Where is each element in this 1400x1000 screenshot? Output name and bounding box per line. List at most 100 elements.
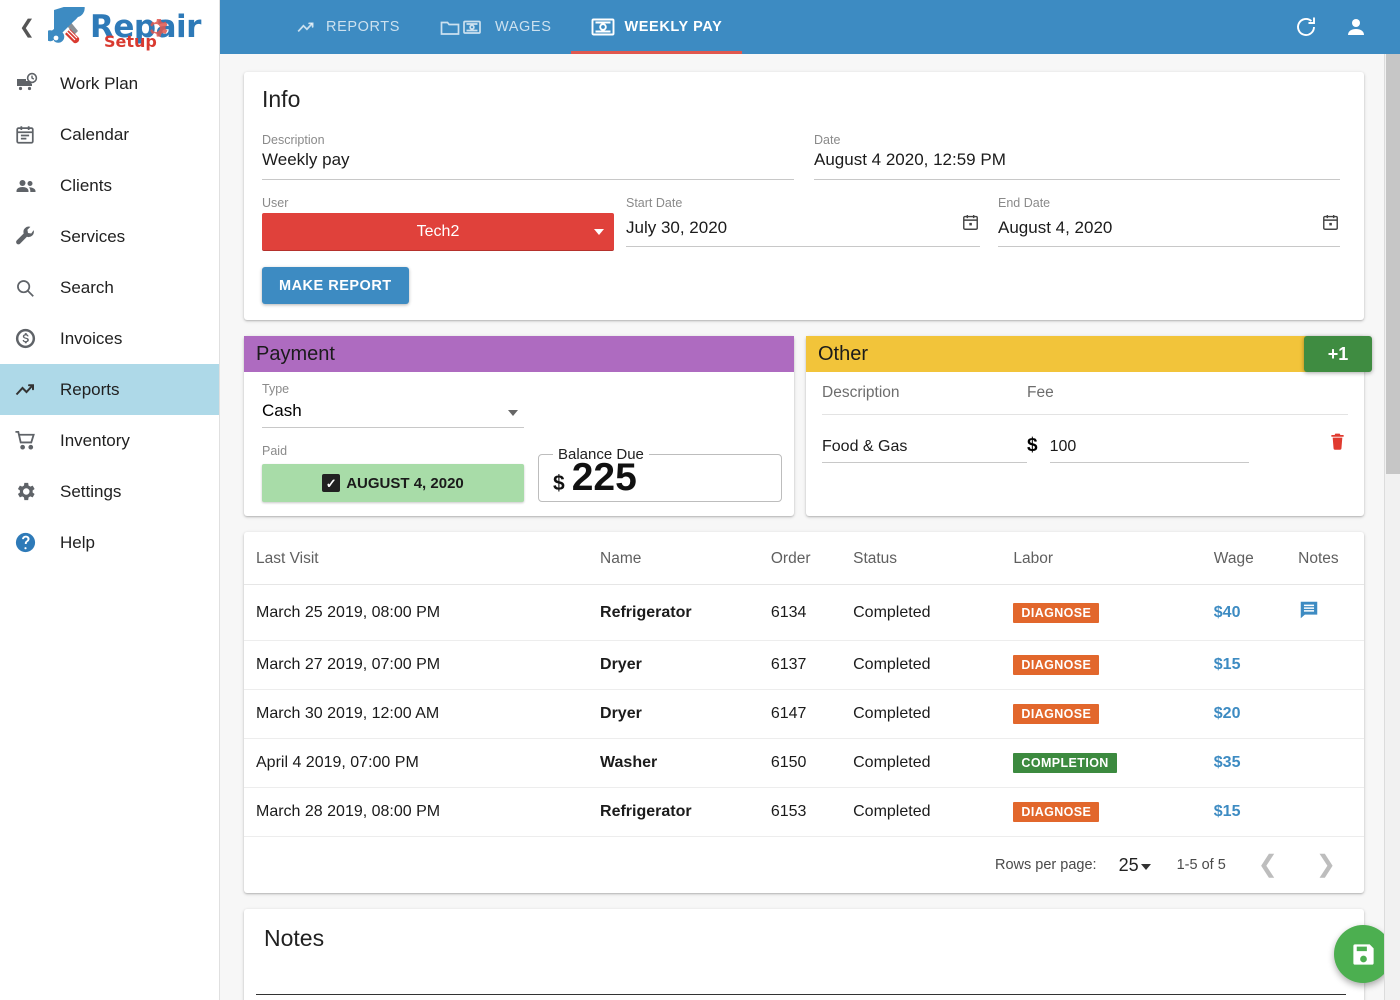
scrollbar-thumb[interactable] bbox=[1386, 54, 1400, 474]
sidebar-item-invoices[interactable]: Invoices bbox=[0, 313, 219, 364]
tab-wages[interactable]: WAGES bbox=[420, 0, 571, 54]
date-field[interactable]: Date August 4 2020, 12:59 PM bbox=[806, 119, 1348, 182]
sidebar-item-clients[interactable]: Clients bbox=[0, 160, 219, 211]
cell-last-visit: March 27 2019, 07:00 PM bbox=[244, 640, 593, 690]
sidebar-item-help[interactable]: Help bbox=[0, 517, 219, 568]
content-scroll-area: Info Description Weekly pay Date August … bbox=[220, 54, 1400, 1000]
app-logo[interactable]: Repair Setup bbox=[44, 0, 201, 51]
chevron-right-icon[interactable]: ❯ bbox=[1310, 853, 1342, 877]
user-select[interactable]: Tech2 bbox=[262, 213, 614, 251]
tab-bar: REPORTS WAGES WEEKLY PAY bbox=[276, 0, 743, 54]
start-date-value-wrap[interactable]: July 30, 2020 bbox=[626, 213, 980, 247]
main-area: REPORTS WAGES WEEKLY PAY Info Descriptio… bbox=[220, 0, 1400, 1000]
collapse-sidebar-icon[interactable]: ❮ bbox=[14, 14, 40, 40]
date-value[interactable]: August 4 2020, 12:59 PM bbox=[814, 150, 1340, 180]
cart-icon bbox=[14, 429, 48, 452]
labor-chip: DIAGNOSE bbox=[1013, 655, 1100, 675]
calendar-icon[interactable] bbox=[1321, 213, 1340, 237]
table-header: Last Visit Name Order Status Labor Wage … bbox=[244, 532, 1364, 585]
gear-icon bbox=[14, 480, 48, 503]
rows-per-page-group: Rows per page: 25 bbox=[995, 855, 1151, 876]
trash-icon[interactable] bbox=[1327, 431, 1348, 457]
cell-last-visit: April 4 2019, 07:00 PM bbox=[244, 738, 593, 788]
notes-card: Notes bbox=[244, 909, 1392, 1000]
sidebar-item-label: Inventory bbox=[60, 430, 130, 450]
make-report-button[interactable]: MAKE REPORT bbox=[262, 267, 409, 304]
sidebar-item-services[interactable]: Services bbox=[0, 211, 219, 262]
other-item-description[interactable]: Food & Gas bbox=[822, 438, 1027, 463]
table-row[interactable]: March 28 2019, 08:00 PM Refrigerator 615… bbox=[244, 787, 1364, 837]
other-body: Description Fee Food & Gas $ 100 bbox=[806, 372, 1364, 477]
cell-wage[interactable]: $20 bbox=[1205, 689, 1291, 739]
info-card: Info Description Weekly pay Date August … bbox=[244, 72, 1364, 320]
cell-wage[interactable]: $15 bbox=[1205, 640, 1291, 690]
end-date-value: August 4, 2020 bbox=[998, 218, 1113, 237]
chevron-left-icon[interactable]: ❮ bbox=[1252, 853, 1284, 877]
balance-due-amount: 225 bbox=[571, 456, 637, 499]
vertical-scrollbar[interactable] bbox=[1384, 54, 1400, 1000]
notes-input[interactable] bbox=[256, 994, 1346, 995]
people-icon bbox=[14, 174, 48, 198]
description-value[interactable]: Weekly pay bbox=[262, 150, 794, 180]
other-column-headers: Description Fee bbox=[822, 384, 1348, 415]
sidebar-item-work-plan[interactable]: Work Plan bbox=[0, 58, 219, 109]
tab-reports[interactable]: REPORTS bbox=[276, 0, 420, 54]
cell-order: 6134 bbox=[762, 584, 846, 641]
cell-order: 6137 bbox=[762, 640, 846, 690]
payment-card: Payment Type Cash Paid ✓ AUGUST 4, 2020 … bbox=[244, 336, 794, 516]
col-status: Status bbox=[845, 532, 1006, 585]
folder-money-icon bbox=[440, 17, 486, 37]
col-notes: Notes bbox=[1290, 532, 1364, 585]
other-card: Other +1 Description Fee Food & Gas $ 10… bbox=[806, 336, 1372, 516]
end-date-label: End Date bbox=[998, 196, 1051, 210]
end-date-field[interactable]: End Date August 4, 2020 bbox=[998, 182, 1348, 253]
wrench-icon bbox=[14, 225, 48, 248]
cell-last-visit: March 30 2019, 12:00 AM bbox=[244, 689, 593, 739]
rows-per-page-select[interactable]: 25 bbox=[1119, 855, 1151, 876]
table-row[interactable]: April 4 2019, 07:00 PM Washer 6150 Compl… bbox=[244, 738, 1364, 788]
end-date-value-wrap[interactable]: August 4, 2020 bbox=[998, 213, 1340, 247]
balance-due-value-wrap: $ 225 bbox=[553, 456, 637, 499]
sidebar-item-calendar[interactable]: Calendar bbox=[0, 109, 219, 160]
money-icon bbox=[591, 17, 615, 37]
table-row[interactable]: March 27 2019, 07:00 PM Dryer 6137 Compl… bbox=[244, 640, 1364, 690]
cell-wage[interactable]: $15 bbox=[1205, 787, 1291, 837]
cell-status: Completed bbox=[845, 738, 1006, 788]
cell-wage[interactable]: $35 bbox=[1205, 738, 1291, 788]
sidebar-item-inventory[interactable]: Inventory bbox=[0, 415, 219, 466]
other-item-fee[interactable]: 100 bbox=[1049, 438, 1249, 463]
description-field[interactable]: Description Weekly pay bbox=[254, 119, 806, 182]
payment-type-field[interactable]: Type Cash bbox=[254, 382, 782, 428]
trending-up-icon bbox=[14, 378, 48, 402]
cell-wage[interactable]: $40 bbox=[1205, 584, 1291, 641]
paid-date-value: AUGUST 4, 2020 bbox=[346, 474, 464, 492]
tab-weekly-pay[interactable]: WEEKLY PAY bbox=[571, 0, 743, 54]
sidebar-item-label: Calendar bbox=[60, 124, 129, 144]
add-other-item-button[interactable]: +1 bbox=[1304, 336, 1372, 372]
person-icon[interactable] bbox=[1344, 15, 1368, 39]
labor-chip: DIAGNOSE bbox=[1013, 704, 1100, 724]
cell-name: Refrigerator bbox=[592, 584, 763, 641]
refresh-icon[interactable] bbox=[1294, 15, 1318, 39]
comment-icon[interactable] bbox=[1298, 601, 1320, 625]
payment-type-select[interactable]: Cash bbox=[262, 401, 524, 428]
brand-header: ❮ Repair Setup bbox=[0, 0, 219, 54]
table-row[interactable]: March 25 2019, 08:00 PM Refrigerator 613… bbox=[244, 584, 1364, 641]
paid-date-button[interactable]: ✓ AUGUST 4, 2020 bbox=[262, 464, 524, 502]
start-date-field[interactable]: Start Date July 30, 2020 bbox=[626, 182, 998, 253]
payment-type-label: Type bbox=[262, 382, 290, 396]
checkbox-checked-icon[interactable]: ✓ bbox=[322, 474, 341, 492]
table-row[interactable]: March 30 2019, 12:00 AM Dryer 6147 Compl… bbox=[244, 689, 1364, 739]
sidebar-item-settings[interactable]: Settings bbox=[0, 466, 219, 517]
sidebar-item-search[interactable]: Search bbox=[0, 262, 219, 313]
sidebar: ❮ Repair Setup Work Plan Calendar Client… bbox=[0, 0, 220, 1000]
currency-symbol: $ bbox=[1027, 435, 1038, 456]
topbar-actions bbox=[1294, 0, 1400, 54]
col-wage: Wage bbox=[1205, 532, 1291, 585]
sidebar-item-label: Work Plan bbox=[60, 73, 139, 93]
trending-up-icon bbox=[296, 17, 317, 38]
chevron-down-icon bbox=[1140, 864, 1151, 870]
calendar-icon[interactable] bbox=[961, 213, 980, 237]
sidebar-item-reports[interactable]: Reports bbox=[0, 364, 219, 415]
user-field[interactable]: User Tech2 bbox=[254, 182, 626, 253]
